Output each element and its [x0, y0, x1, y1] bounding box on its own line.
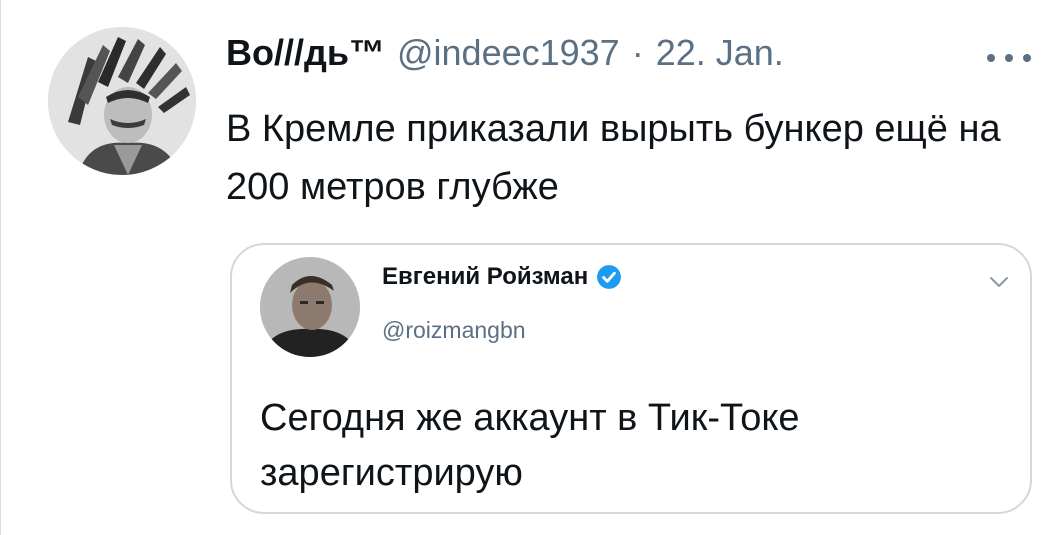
quoted-author-avatar[interactable] — [260, 257, 360, 357]
tweet-text: В Кремле приказали вырыть бункер ещё на … — [226, 108, 1001, 208]
quoted-tweet-card[interactable]: Евгений Ройзман @roizmangbn Сегодня же а… — [230, 243, 1032, 514]
tweet-date[interactable]: 22. Jan. — [656, 32, 784, 74]
more-dot — [1005, 54, 1013, 62]
chevron-down-icon[interactable] — [988, 275, 1010, 289]
portrait-avatar-image — [48, 27, 196, 175]
quoted-author-name[interactable]: Евгений Ройзман — [382, 263, 588, 291]
author-handle[interactable]: @indeec1937 — [397, 32, 620, 74]
more-dot — [1023, 54, 1031, 62]
more-options-icon[interactable] — [987, 52, 1031, 64]
tweet-header: Во///дь™ @indeec1937 · 22. Jan. — [226, 32, 784, 84]
author-name[interactable]: Во///дь™ — [226, 32, 385, 74]
verified-badge-icon — [597, 265, 622, 289]
more-dot — [987, 54, 995, 62]
quoted-author-handle[interactable]: @roizmangbn — [382, 317, 526, 344]
header-separator: · — [631, 32, 644, 73]
author-avatar[interactable] — [48, 27, 196, 175]
quoted-avatar-image — [260, 257, 360, 357]
quoted-tweet-text: Сегодня же аккаунт в Тик-Токе зарегистри… — [260, 397, 800, 494]
tweet-view: Во///дь™ @indeec1937 · 22. Jan. В Кремле… — [0, 0, 1058, 535]
quoted-author-row: Евгений Ройзман — [382, 263, 622, 291]
